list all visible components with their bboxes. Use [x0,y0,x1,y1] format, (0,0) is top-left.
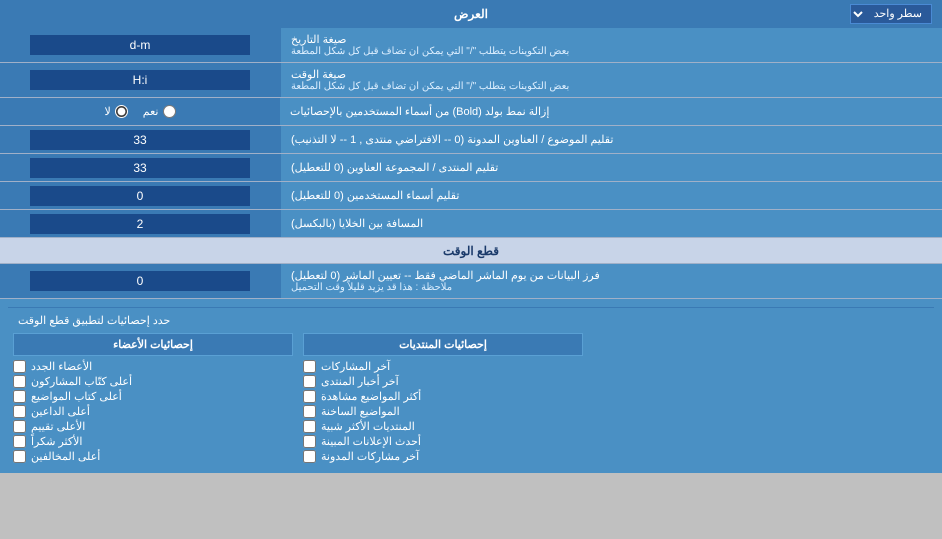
user-names-row: تقليم أسماء المستخدمين (0 للتعطيل) [0,182,942,210]
checkbox-item: أعلى المخالفين [13,450,293,463]
stats-col-right [588,333,934,465]
stats-grid: إحصائيات المنتديات آخر المشاركات آخر أخب… [8,333,934,465]
cell-spacing-input[interactable] [30,214,250,234]
stats-col-members: إحصائيات الأعضاء الأعضاء الجدد أعلى كتّا… [8,333,298,465]
subject-titles-input-wrap [0,126,280,153]
subject-titles-label: تقليم الموضوع / العناوين المدونة (0 -- ا… [280,126,942,153]
header-row: سطر واحدسطرينثلاثة أسطر العرض [0,0,942,28]
cell-spacing-label: المسافة بين الخلايا (بالبكسل) [280,210,942,237]
realtime-filter-input-wrap [0,264,280,298]
checkbox-members-0[interactable] [13,360,26,373]
realtime-filter-input[interactable] [30,271,250,291]
checkbox-item: أعلى كتاب المواضيع [13,390,293,403]
date-format-input[interactable] [30,35,250,55]
bold-remove-row: إزالة نمط بولد (Bold) من أسماء المستخدمي… [0,98,942,126]
checkbox-forums-0[interactable] [303,360,316,373]
forum-titles-row: تقليم المنتدى / المجموعة العناوين (0 للت… [0,154,942,182]
realtime-filter-label: فرز البيانات من يوم الماشر الماضي فقط --… [280,264,942,298]
time-format-input[interactable] [30,70,250,90]
bold-remove-controls: نعم لا [0,98,280,125]
date-format-row: صيغة التاريخ بعض التكوينات يتطلب "/" الت… [0,28,942,63]
forums-col-header: إحصائيات المنتديات [303,333,583,356]
time-format-row: صيغة الوقت بعض التكوينات يتطلب "/" التي … [0,63,942,98]
checkbox-members-6[interactable] [13,450,26,463]
checkbox-item: المنتديات الأكثر شبية [303,420,583,433]
forum-titles-input[interactable] [30,158,250,178]
time-format-label: صيغة الوقت بعض التكوينات يتطلب "/" التي … [280,63,942,97]
checkbox-members-3[interactable] [13,405,26,418]
checkbox-forums-4[interactable] [303,420,316,433]
time-format-input-wrap [0,63,280,97]
limit-label: حدد إحصائيات لتطبيق قطع الوقت [18,314,170,327]
checkbox-item: الأعلى تقييم [13,420,293,433]
checkbox-forums-2[interactable] [303,390,316,403]
checkbox-item: أحدث الإعلانات المبينة [303,435,583,448]
checkbox-item: الأعضاء الجدد [13,360,293,373]
forum-titles-label: تقليم المنتدى / المجموعة العناوين (0 للت… [280,154,942,181]
subject-titles-row: تقليم الموضوع / العناوين المدونة (0 -- ا… [0,126,942,154]
checkbox-item: أكثر المواضيع مشاهدة [303,390,583,403]
stats-col-forums: إحصائيات المنتديات آخر المشاركات آخر أخب… [298,333,588,465]
checkbox-members-1[interactable] [13,375,26,388]
bold-yes-label[interactable]: نعم [143,105,176,118]
members-col-header: إحصائيات الأعضاء [13,333,293,356]
checkbox-item: أعلى كتّاب المشاركون [13,375,293,388]
bold-yes-radio[interactable] [163,105,176,118]
user-names-input-wrap [0,182,280,209]
checkbox-item: الأكثر شكراً [13,435,293,448]
checkbox-forums-5[interactable] [303,435,316,448]
limit-section: حدد إحصائيات لتطبيق قطع الوقت [8,307,934,333]
user-names-input[interactable] [30,186,250,206]
realtime-filter-row: فرز البيانات من يوم الماشر الماضي فقط --… [0,264,942,299]
subject-titles-input[interactable] [30,130,250,150]
display-dropdown[interactable]: سطر واحدسطرينثلاثة أسطر [850,4,932,24]
checkbox-members-2[interactable] [13,390,26,403]
checkbox-forums-3[interactable] [303,405,316,418]
bold-no-radio[interactable] [115,105,128,118]
checkbox-forums-6[interactable] [303,450,316,463]
cell-spacing-row: المسافة بين الخلايا (بالبكسل) [0,210,942,238]
date-format-label: صيغة التاريخ بعض التكوينات يتطلب "/" الت… [280,28,942,62]
checkbox-item: أعلى الداعين [13,405,293,418]
header-title: العرض [454,7,488,21]
main-container: سطر واحدسطرينثلاثة أسطر العرض صيغة التار… [0,0,942,473]
user-names-label: تقليم أسماء المستخدمين (0 للتعطيل) [280,182,942,209]
checkbox-item: آخر مشاركات المدونة [303,450,583,463]
checkbox-item: المواضيع الساخنة [303,405,583,418]
checkbox-item: آخر المشاركات [303,360,583,373]
stats-section: حدد إحصائيات لتطبيق قطع الوقت إحصائيات ا… [0,299,942,473]
checkbox-forums-1[interactable] [303,375,316,388]
date-format-input-wrap [0,28,280,62]
checkbox-item: آخر أخبار المنتدى [303,375,583,388]
bold-remove-label: إزالة نمط بولد (Bold) من أسماء المستخدمي… [280,98,942,125]
checkbox-members-4[interactable] [13,420,26,433]
bold-no-label[interactable]: لا [105,105,128,118]
forum-titles-input-wrap [0,154,280,181]
cell-spacing-input-wrap [0,210,280,237]
checkbox-members-5[interactable] [13,435,26,448]
realtime-section-header: قطع الوقت [0,238,942,264]
